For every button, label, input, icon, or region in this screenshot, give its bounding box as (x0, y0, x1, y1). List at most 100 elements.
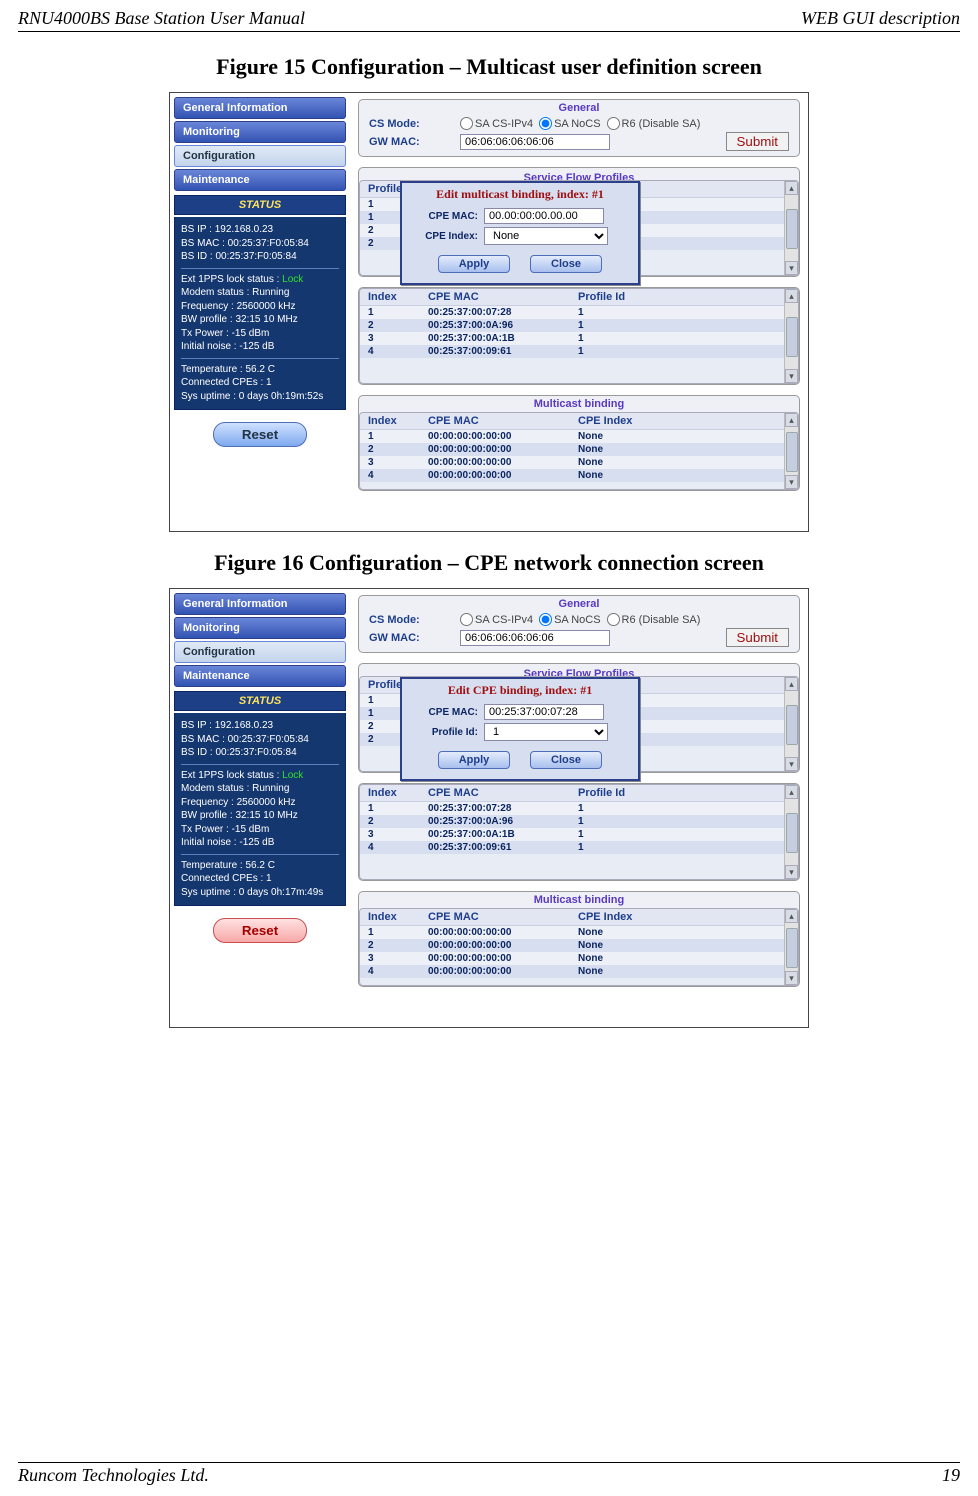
scroll-up-icon[interactable]: ▴ (785, 677, 798, 691)
sidebar: General Information Monitoring Configura… (170, 589, 350, 1027)
cs-mode-row: CS Mode: SA CS-IPv4 SA NoCS R6 (Disable … (359, 612, 799, 627)
nav-maintenance[interactable]: Maintenance (174, 169, 346, 191)
status-tx: Tx Power : -15 dBm (181, 327, 339, 341)
reset-button[interactable]: Reset (213, 422, 307, 447)
cs-opt-ipv4[interactable]: SA CS-IPv4 (460, 613, 533, 626)
submit-button[interactable]: Submit (726, 132, 789, 151)
table-row[interactable]: 200:00:00:00:00:00None (360, 443, 784, 456)
table-row[interactable]: 200:25:37:00:0A:961 (360, 319, 784, 332)
table-row[interactable]: 200:00:00:00:00:00None (360, 939, 784, 952)
nav-general-info[interactable]: General Information (174, 593, 346, 615)
cs-opt-r6[interactable]: R6 (Disable SA) (607, 613, 701, 626)
mcast-col-cpeidx: CPE Index (570, 909, 784, 926)
submit-button[interactable]: Submit (726, 628, 789, 647)
table-row[interactable]: 400:25:37:00:09:611 (360, 841, 784, 854)
apply-button[interactable]: Apply (438, 255, 510, 273)
scroll-thumb[interactable] (786, 705, 798, 745)
status-panel: BS IP : 192.168.0.23 BS MAC : 00:25:37:F… (174, 217, 346, 410)
dlg-cpe-mac-label: CPE MAC: (410, 707, 478, 718)
scrollbar[interactable]: ▴ ▾ (784, 909, 798, 985)
footer-right: 19 (942, 1465, 960, 1486)
scroll-thumb[interactable] (786, 317, 798, 357)
scroll-up-icon[interactable]: ▴ (785, 909, 798, 923)
scrollbar[interactable]: ▴ ▾ (784, 181, 798, 275)
table-row[interactable]: 300:00:00:00:00:00None (360, 456, 784, 469)
scroll-thumb[interactable] (786, 928, 798, 968)
cs-opt-r6[interactable]: R6 (Disable SA) (607, 117, 701, 130)
gw-mac-input[interactable] (460, 630, 610, 646)
table-row[interactable]: 300:00:00:00:00:00None (360, 952, 784, 965)
nav-monitoring[interactable]: Monitoring (174, 617, 346, 639)
table-row[interactable]: 300:25:37:00:0A:1B1 (360, 828, 784, 841)
scroll-up-icon[interactable]: ▴ (785, 413, 798, 427)
scroll-down-icon[interactable]: ▾ (785, 971, 798, 985)
table-row[interactable]: 400:00:00:00:00:00None (360, 965, 784, 978)
table-row[interactable]: 200:25:37:00:0A:961 (360, 815, 784, 828)
mcast-panel: Multicast binding Index CPE MAC CPE Inde… (358, 891, 800, 987)
dialog-buttons: Apply Close (410, 255, 630, 273)
scrollbar[interactable]: ▴ ▾ (784, 289, 798, 383)
close-button[interactable]: Close (530, 255, 602, 273)
scrollbar[interactable]: ▴ ▾ (784, 413, 798, 489)
status-uptime: Sys uptime : 0 days 0h:19m:52s (181, 390, 339, 404)
cs-mode-label: CS Mode: (369, 118, 454, 130)
reset-button[interactable]: Reset (213, 918, 307, 943)
scroll-down-icon[interactable]: ▾ (785, 757, 798, 771)
table-row[interactable]: 100:25:37:00:07:281 (360, 802, 784, 816)
nav-maintenance[interactable]: Maintenance (174, 665, 346, 687)
cs-opt-nocs-label: SA NoCS (554, 614, 600, 626)
page-footer: Runcom Technologies Ltd. 19 (18, 1462, 960, 1486)
table-row[interactable]: 300:25:37:00:0A:1B1 (360, 332, 784, 345)
scrollbar[interactable]: ▴ ▾ (784, 677, 798, 771)
status-noise: Initial noise : -125 dB (181, 836, 339, 850)
cpe-table: Index CPE MAC Profile Id 100:25:37:00:07… (360, 289, 784, 358)
nav-configuration[interactable]: Configuration (174, 145, 346, 167)
cs-opt-nocs[interactable]: SA NoCS (539, 613, 600, 626)
cs-mode-row: CS Mode: SA CS-IPv4 SA NoCS R6 (Disable … (359, 116, 799, 131)
status-bs-id: BS ID : 00:25:37:F0:05:84 (181, 746, 339, 760)
status-bw: BW profile : 32:15 10 MHz (181, 313, 339, 327)
dlg-cpe-mac-input[interactable] (484, 704, 604, 720)
scroll-thumb[interactable] (786, 432, 798, 472)
gw-mac-row: GW MAC: Submit (359, 627, 799, 648)
table-row[interactable]: 400:25:37:00:09:611 (360, 345, 784, 358)
cpe-panel: Index CPE MAC Profile Id 100:25:37:00:07… (358, 783, 800, 881)
dlg-profile-select[interactable]: 1 (484, 723, 608, 741)
scroll-down-icon[interactable]: ▾ (785, 369, 798, 383)
dialog-title: Edit CPE binding, index: #1 (410, 683, 630, 698)
table-row[interactable]: 400:00:00:00:00:00None (360, 469, 784, 482)
scroll-down-icon[interactable]: ▾ (785, 865, 798, 879)
cpe-col-profile: Profile Id (570, 289, 784, 306)
dlg-cpe-mac-label: CPE MAC: (410, 211, 478, 222)
scroll-down-icon[interactable]: ▾ (785, 261, 798, 275)
dlg-cpe-index-select[interactable]: None (484, 227, 608, 245)
scrollbar[interactable]: ▴ ▾ (784, 785, 798, 879)
table-row[interactable]: 100:25:37:00:07:281 (360, 306, 784, 320)
ext1pps-label: Ext 1PPS lock status : (181, 770, 282, 781)
cpe-panel: Index CPE MAC Profile Id 100:25:37:00:07… (358, 287, 800, 385)
scroll-up-icon[interactable]: ▴ (785, 785, 798, 799)
scroll-thumb[interactable] (786, 209, 798, 249)
cs-opt-ipv4[interactable]: SA CS-IPv4 (460, 117, 533, 130)
table-row[interactable]: 100:00:00:00:00:00None (360, 430, 784, 444)
table-row[interactable]: 100:00:00:00:00:00None (360, 926, 784, 940)
scroll-thumb[interactable] (786, 813, 798, 853)
dlg-cpe-mac-row: CPE MAC: (410, 208, 630, 224)
scroll-down-icon[interactable]: ▾ (785, 475, 798, 489)
edit-cpe-dialog: Edit CPE binding, index: #1 CPE MAC: Pro… (400, 677, 640, 781)
figure-16-caption: Figure 16 Configuration – CPE network co… (18, 550, 960, 576)
nav-monitoring[interactable]: Monitoring (174, 121, 346, 143)
close-button[interactable]: Close (530, 751, 602, 769)
gw-mac-row: GW MAC: Submit (359, 131, 799, 152)
nav-general-info[interactable]: General Information (174, 97, 346, 119)
apply-button[interactable]: Apply (438, 751, 510, 769)
gw-mac-label: GW MAC: (369, 632, 454, 644)
cpe-col-mac: CPE MAC (420, 289, 570, 306)
scroll-up-icon[interactable]: ▴ (785, 181, 798, 195)
ext1pps-value: Lock (282, 274, 303, 285)
nav-configuration[interactable]: Configuration (174, 641, 346, 663)
scroll-up-icon[interactable]: ▴ (785, 289, 798, 303)
gw-mac-input[interactable] (460, 134, 610, 150)
dlg-cpe-mac-input[interactable] (484, 208, 604, 224)
cs-opt-nocs[interactable]: SA NoCS (539, 117, 600, 130)
